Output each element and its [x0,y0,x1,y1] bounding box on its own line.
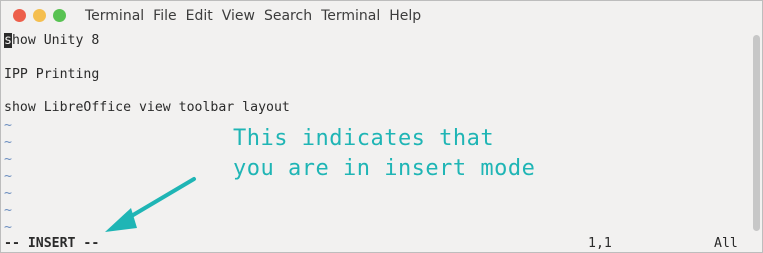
scrollbar-thumb[interactable] [753,35,760,231]
menu-help[interactable]: Help [389,8,421,24]
menu-edit[interactable]: Edit [186,8,213,24]
vertical-scrollbar[interactable] [751,31,762,252]
minimize-button[interactable] [33,9,46,22]
empty-line-tilde: ~ [4,220,12,235]
editor-line-text: how Unity 8 [11,33,100,48]
menu-file[interactable]: File [153,8,176,24]
empty-line-tilde: ~ [4,135,12,150]
menu-search[interactable]: Search [264,8,312,24]
close-button[interactable] [13,9,26,22]
menu-app-terminal[interactable]: Terminal [85,8,144,24]
terminal-window: Terminal File Edit View Search Terminal … [0,0,763,253]
editor-line: show Unity 8 [4,32,99,49]
menu-bar: Terminal File Edit View Search Terminal … [85,8,430,24]
empty-line-tilde: ~ [4,118,12,133]
annotation-line-1: This indicates that [233,126,495,151]
editor-line: show LibreOffice view toolbar layout [4,100,290,115]
cursor-position: 1,1 [588,236,612,251]
title-bar: Terminal File Edit View Search Terminal … [1,1,762,31]
empty-line-tilde: ~ [4,203,12,218]
editor-line: IPP Printing [4,67,100,82]
empty-line-tilde: ~ [4,186,12,201]
empty-line-tilde: ~ [4,152,12,167]
insert-mode-indicator: -- INSERT -- [4,236,100,251]
maximize-button[interactable] [53,9,66,22]
scroll-position: All [714,236,738,251]
empty-line-tilde: ~ [4,169,12,184]
annotation-line-2: you are in insert mode [233,156,536,181]
menu-view[interactable]: View [222,8,255,24]
text-cursor: s [4,33,12,48]
menu-terminal[interactable]: Terminal [321,8,380,24]
